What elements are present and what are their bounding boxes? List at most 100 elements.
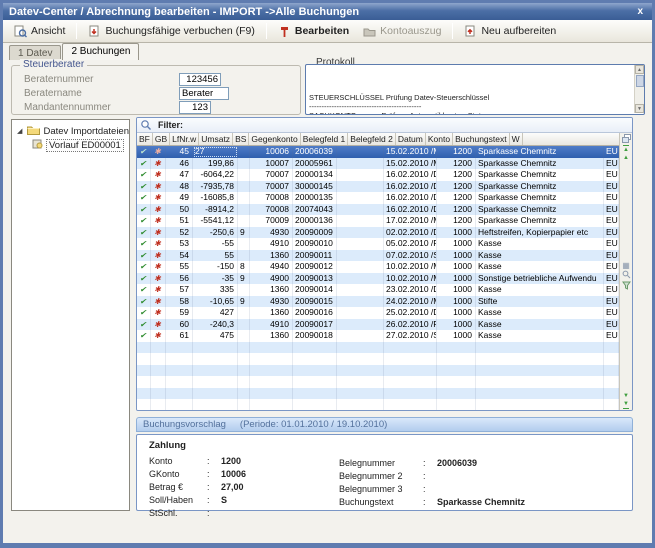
cell-umsatz[interactable] bbox=[193, 388, 238, 400]
scroll-up-icon[interactable]: ▲ bbox=[635, 65, 644, 74]
verbuchen-button[interactable]: Buchungsfähige verbuchen (F9) bbox=[81, 22, 261, 41]
cell-umsatz[interactable] bbox=[193, 399, 238, 410]
cell-buchungstext bbox=[476, 353, 604, 365]
detach-window-icon[interactable] bbox=[622, 134, 631, 145]
table-row[interactable]: ✔ ✱ 45 27 10006 20006039 15.02.2010 /Mo … bbox=[137, 146, 619, 158]
table-row[interactable]: ✔ ✱ 50 -8914,2 70008 20074043 16.02.2010… bbox=[137, 204, 619, 216]
cell-umsatz[interactable]: 427 bbox=[193, 307, 238, 319]
cell-umsatz[interactable]: 475 bbox=[193, 330, 238, 342]
detail-field-colon: : bbox=[423, 484, 437, 494]
cell-umsatz[interactable] bbox=[193, 365, 238, 377]
scroll-up-icon[interactable]: ▲ bbox=[623, 154, 629, 162]
column-header[interactable]: Belegfeld 1 bbox=[301, 133, 349, 145]
column-header[interactable]: Belegfeld 2 bbox=[348, 133, 396, 145]
table-row[interactable]: ✔ ✱ 53 -55 4910 20090010 05.02.2010 /Fr … bbox=[137, 238, 619, 250]
cell-konto bbox=[437, 399, 476, 410]
cell-umsatz[interactable] bbox=[193, 353, 238, 365]
cell-konto: 1200 bbox=[437, 215, 476, 227]
column-header[interactable]: Umsatz bbox=[199, 133, 233, 145]
kontoauszug-button[interactable]: Kontoauszug bbox=[356, 22, 448, 41]
beratername-field[interactable] bbox=[179, 87, 229, 100]
cell-umsatz[interactable]: -35 bbox=[193, 273, 238, 285]
cell-umsatz[interactable]: -8914,2 bbox=[193, 204, 238, 216]
table-row[interactable]: ✔ ✱ 59 427 1360 20090016 25.02.2010 /Do … bbox=[137, 307, 619, 319]
table-row[interactable]: ✔ ✱ 46 199,86 10007 20005961 15.02.2010 … bbox=[137, 158, 619, 170]
cell-umsatz[interactable]: 335 bbox=[193, 284, 238, 296]
tree-expander-icon[interactable]: ◢ bbox=[17, 127, 24, 135]
cell-belegfeld2 bbox=[337, 330, 384, 342]
table-row[interactable] bbox=[137, 376, 619, 388]
neu-aufbereiten-button[interactable]: Neu aufbereiten bbox=[457, 22, 563, 41]
column-header[interactable]: BF bbox=[137, 133, 153, 145]
beraternummer-field[interactable] bbox=[179, 73, 221, 86]
table-row[interactable]: ✔ ✱ 48 -7935,78 70007 30000145 16.02.201… bbox=[137, 181, 619, 193]
cell-umsatz[interactable]: -55 bbox=[193, 238, 238, 250]
cell-umsatz[interactable]: -150 bbox=[193, 261, 238, 273]
cell-belegfeld2 bbox=[337, 158, 384, 170]
cell-umsatz[interactable]: 55 bbox=[193, 250, 238, 262]
cell-umsatz[interactable]: -10,65 bbox=[193, 296, 238, 308]
column-header[interactable]: Buchungstext bbox=[453, 133, 510, 145]
table-row[interactable]: ✔ ✱ 56 -35 9 4900 20090013 10.02.2010 /M… bbox=[137, 273, 619, 285]
booked-check-icon: ✔ bbox=[140, 147, 147, 156]
flag-star-icon: ✱ bbox=[154, 147, 161, 156]
protokoll-textarea[interactable]: STEUERSCHLÜSSEL Prüfung Datev-Steuerschl… bbox=[305, 64, 645, 115]
table-row[interactable]: ✔ ✱ 55 -150 8 4940 20090012 10.02.2010 /… bbox=[137, 261, 619, 273]
column-header[interactable]: Gegenkonto bbox=[249, 133, 300, 145]
cell-konto: 1000 bbox=[437, 330, 476, 342]
column-header[interactable]: Datum bbox=[396, 133, 426, 145]
scroll-to-top-icon[interactable]: ▲ bbox=[623, 145, 629, 154]
cell-umsatz[interactable]: 27 bbox=[193, 146, 238, 158]
tree-item-vorlauf[interactable]: Vorlauf ED00001 bbox=[12, 138, 129, 152]
filter-funnel-icon[interactable] bbox=[622, 281, 631, 292]
row-search-icon[interactable] bbox=[622, 270, 631, 281]
scroll-down-icon[interactable]: ▼ bbox=[635, 104, 644, 113]
table-row[interactable] bbox=[137, 342, 619, 354]
cell-umsatz[interactable]: -250,6 bbox=[193, 227, 238, 239]
table-row[interactable]: ✔ ✱ 54 55 1360 20090011 07.02.2010 /So 1… bbox=[137, 250, 619, 262]
scroll-to-bottom-icon[interactable]: ▼ bbox=[623, 400, 629, 409]
protokoll-scrollbar[interactable]: ▲ ▼ bbox=[634, 65, 644, 113]
grid-view-icon[interactable]: ▦ bbox=[622, 262, 630, 270]
cell-umsatz[interactable]: 199,86 bbox=[193, 158, 238, 170]
column-header[interactable]: BS bbox=[233, 133, 249, 145]
cell-belegfeld2 bbox=[337, 215, 384, 227]
table-row[interactable]: ✔ ✱ 49 -16085,8 70008 20000135 16.02.201… bbox=[137, 192, 619, 204]
bearbeiten-button[interactable]: Bearbeiten bbox=[271, 22, 356, 41]
ansicht-button[interactable]: Ansicht bbox=[7, 22, 72, 41]
table-row[interactable] bbox=[137, 399, 619, 410]
cell-belegfeld1: 20005961 bbox=[293, 158, 337, 170]
tab-datev[interactable]: 1 Datev bbox=[9, 45, 61, 60]
column-header[interactable]: W bbox=[510, 133, 523, 145]
cell-umsatz[interactable]: -6064,22 bbox=[193, 169, 238, 181]
table-row[interactable]: ✔ ✱ 60 -240,3 4910 20090017 26.02.2010 /… bbox=[137, 319, 619, 331]
table-row[interactable]: ✔ ✱ 57 335 1360 20090014 23.02.2010 /Di … bbox=[137, 284, 619, 296]
column-header[interactable]: GB bbox=[153, 133, 170, 145]
cell-umsatz[interactable]: -16085,8 bbox=[193, 192, 238, 204]
cell-umsatz[interactable]: -7935,78 bbox=[193, 181, 238, 193]
table-row[interactable]: ✔ ✱ 47 -6064,22 70007 20000134 16.02.201… bbox=[137, 169, 619, 181]
cell-gegenkonto: 10006 bbox=[250, 146, 293, 158]
table-row[interactable]: ✔ ✱ 52 -250,6 9 4930 20090009 02.02.2010… bbox=[137, 227, 619, 239]
scroll-down-icon[interactable]: ▼ bbox=[623, 392, 629, 400]
detail-field-colon: : bbox=[207, 456, 221, 466]
table-row[interactable]: ✔ ✱ 58 -10,65 9 4930 20090015 24.02.2010… bbox=[137, 296, 619, 308]
tree-root-datev-importdateien[interactable]: ◢ Datev Importdateien bbox=[12, 124, 129, 138]
tab-buchungen[interactable]: 2 Buchungen bbox=[62, 43, 139, 60]
column-header[interactable]: LfNr.w bbox=[170, 133, 199, 145]
scroll-thumb[interactable] bbox=[636, 75, 644, 87]
table-row[interactable]: ✔ ✱ 61 475 1360 20090018 27.02.2010 /Sa … bbox=[137, 330, 619, 342]
close-icon[interactable]: x bbox=[634, 6, 646, 17]
table-row[interactable]: ✔ ✱ 51 -5541,12 70009 20000136 17.02.201… bbox=[137, 215, 619, 227]
cell-umsatz[interactable] bbox=[193, 342, 238, 354]
cell-umsatz[interactable]: -240,3 bbox=[193, 319, 238, 331]
table-row[interactable] bbox=[137, 388, 619, 400]
table-row[interactable] bbox=[137, 365, 619, 377]
filter-bar[interactable]: Filter: bbox=[137, 118, 632, 133]
table-row[interactable] bbox=[137, 353, 619, 365]
mandantennummer-field[interactable] bbox=[179, 101, 211, 114]
cell-umsatz[interactable]: -5541,12 bbox=[193, 215, 238, 227]
column-header[interactable]: Konto bbox=[426, 133, 453, 145]
cell-umsatz[interactable] bbox=[193, 376, 238, 388]
title-bar[interactable]: Datev-Center / Abrechnung bearbeiten - I… bbox=[3, 3, 652, 20]
